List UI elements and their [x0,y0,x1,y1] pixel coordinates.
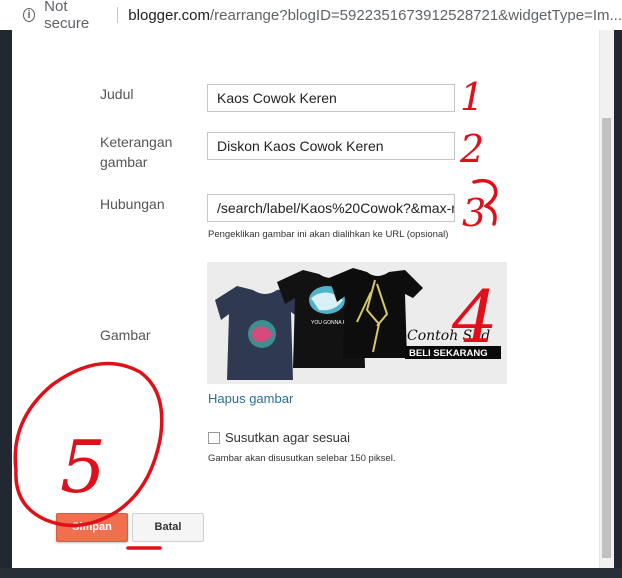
url-path: /rearrange?blogID=5922351673912528721&wi… [210,6,622,24]
background-right-edge [613,30,622,578]
link-hint: Pengeklikan gambar ini akan dialihkan ke… [208,229,449,240]
image-banner-text: BELI SEKARANG [409,348,488,359]
caption-label-line2: gambar [100,154,148,170]
shrink-checkbox[interactable] [208,432,220,444]
divider [117,7,119,23]
url-host: blogger.com [128,6,211,24]
title-input[interactable]: Kaos Cowok Keren [207,84,455,112]
shrink-checkbox-label[interactable]: Susutkan agar sesuai [225,428,350,448]
scrollbar[interactable] [599,30,614,568]
shrink-hint: Gambar akan disusutkan selebar 150 pikse… [208,453,396,464]
cancel-button[interactable]: Batal [132,513,204,542]
image-preview: YOU GONNA FALL Contoh Slid BELI SEKARANG [207,262,507,384]
image-overlay-text: Contoh Slid [407,328,490,344]
address-bar[interactable]: i Not secure blogger.com/rearrange?blogI… [0,0,622,32]
scrollbar-thumb[interactable] [602,118,611,558]
save-button[interactable]: Simpan [56,513,128,542]
security-label: Not secure [44,0,90,32]
caption-label-line1: Keterangan [100,134,173,150]
caption-input[interactable]: Diskon Kaos Cowok Keren [207,132,455,160]
link-input[interactable]: /search/label/Kaos%20Cowok?&max-res [207,194,455,222]
link-label: Hubungan [100,196,165,212]
info-icon[interactable]: i [23,8,36,22]
remove-image-link[interactable]: Hapus gambar [208,391,293,406]
caption-label: Keterangan gambar [100,132,172,172]
image-label: Gambar [100,327,151,343]
url-text[interactable]: blogger.com/rearrange?blogID=59223516739… [128,7,622,24]
tshirt-image: YOU GONNA FALL Contoh Slid BELI SEKARANG [207,262,507,384]
browser-window: i Not secure blogger.com/rearrange?blogI… [0,0,622,578]
background-bottom-edge [0,568,622,578]
background-left-edge [0,30,12,578]
title-label: Judul [100,86,134,102]
